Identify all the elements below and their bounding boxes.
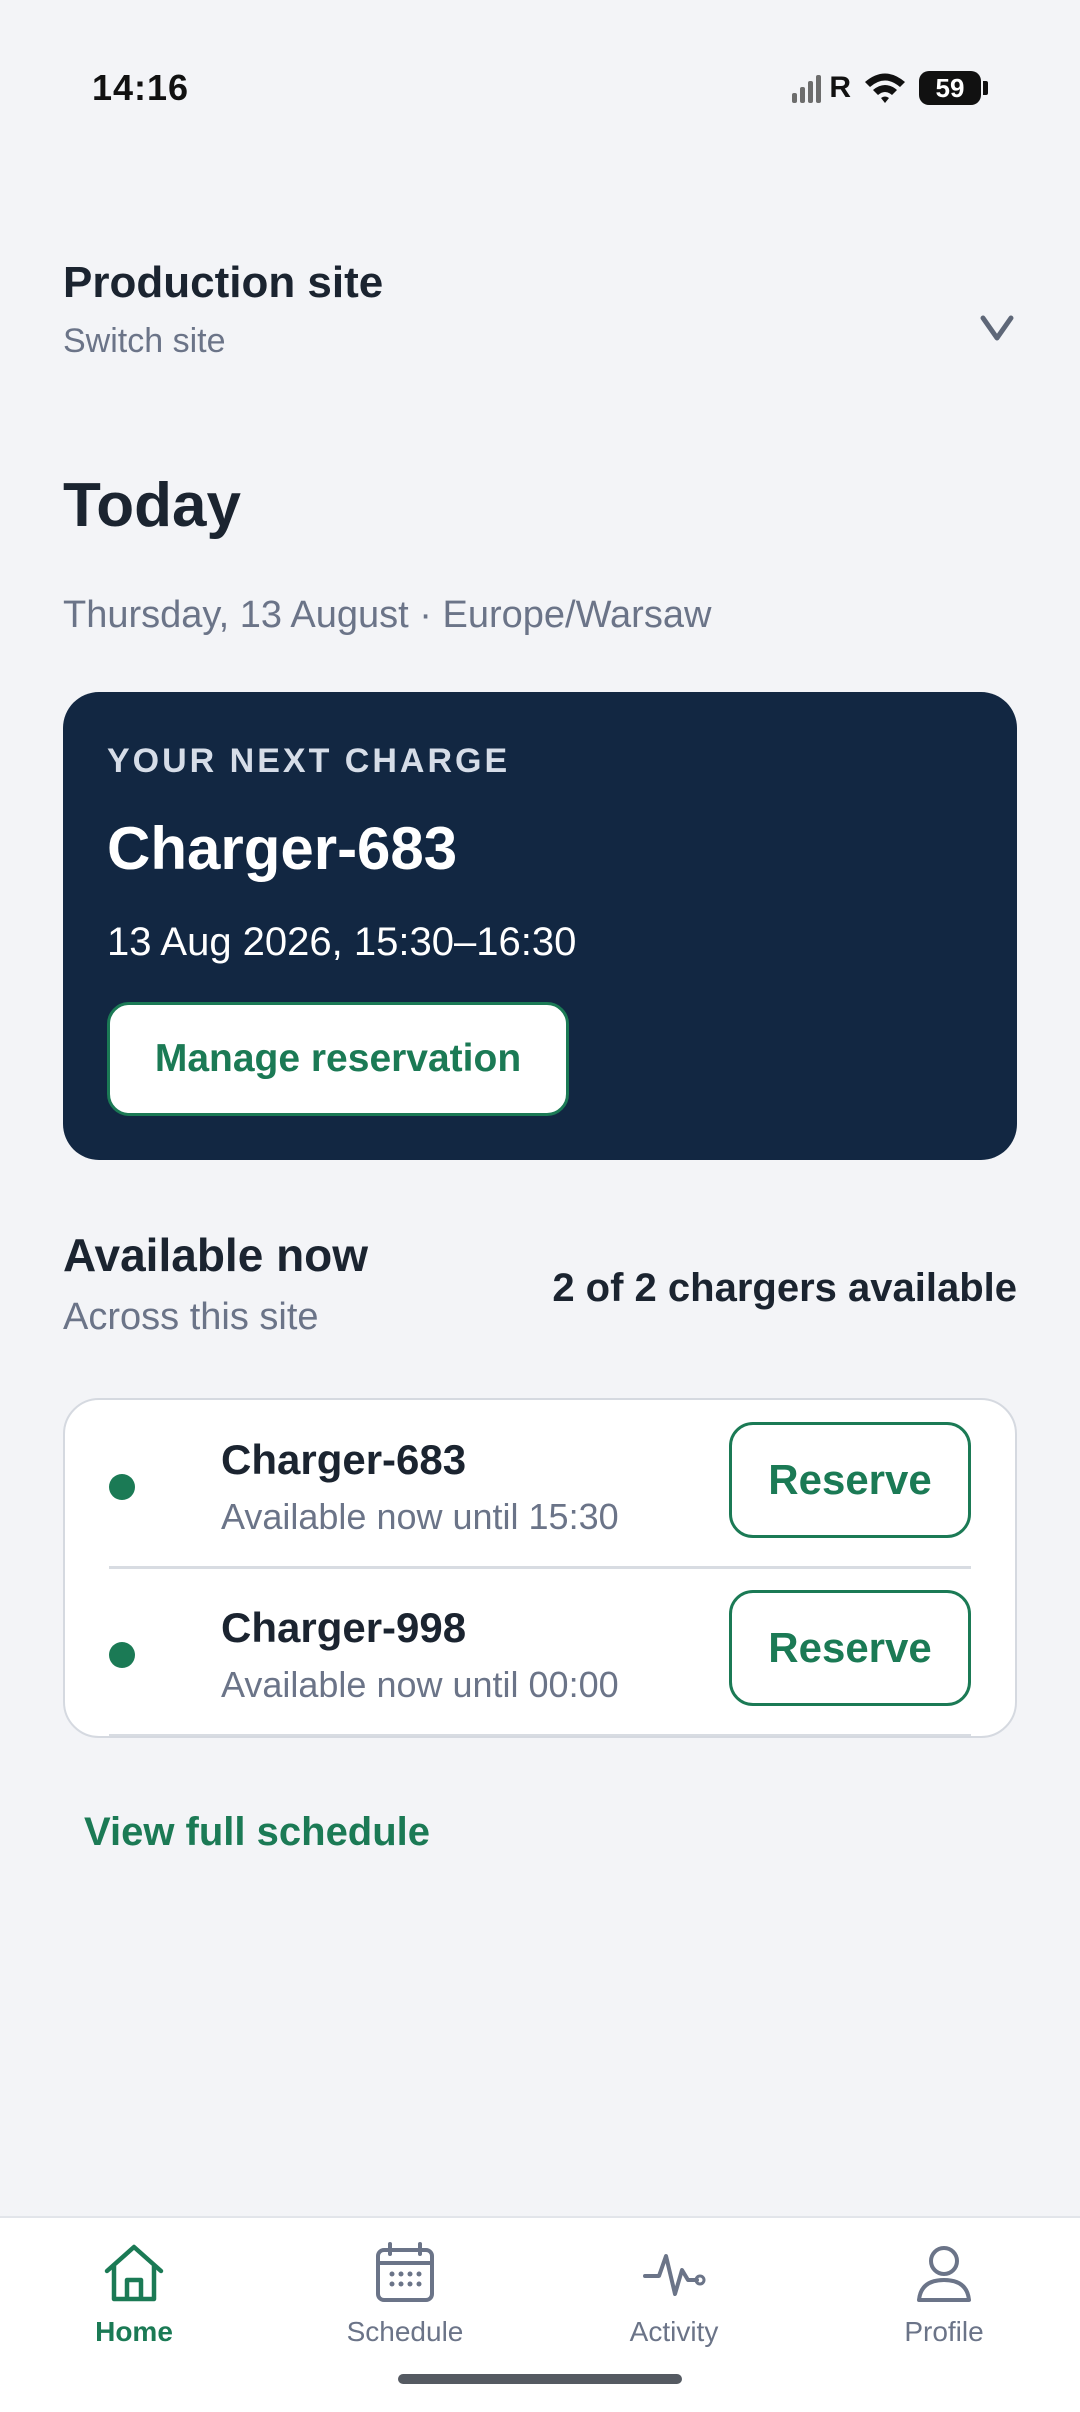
available-status-dot: [109, 1642, 135, 1668]
status-icons: R 59: [792, 71, 988, 105]
nav-label: Home: [95, 2316, 173, 2347]
charger-availability: Available now until 00:00: [221, 1664, 619, 1705]
available-status-dot: [109, 1474, 135, 1500]
reserve-button[interactable]: Reserve: [729, 1422, 971, 1538]
clock: 14:16: [92, 67, 190, 108]
manage-reservation-button[interactable]: Manage reservation: [107, 1002, 569, 1116]
nav-label: Profile: [904, 2316, 984, 2347]
battery-level: 59: [919, 71, 981, 105]
roaming-indicator: R: [829, 71, 851, 104]
activity-icon: [643, 2254, 706, 2296]
nav-label: Activity: [629, 2316, 719, 2347]
signal-icon: [792, 73, 822, 103]
charger-name: Charger-683: [221, 1436, 467, 1483]
home-icon: [104, 2244, 164, 2302]
charger-row: Charger-998 Available now until 00:00 Re…: [109, 1568, 971, 1736]
home-indicator[interactable]: [398, 2374, 682, 2384]
next-charge-charger: Charger-683: [107, 815, 458, 882]
page-title: Today: [63, 471, 241, 540]
status-bar: 14:16 R 59: [92, 58, 988, 118]
charger-name: Charger-998: [221, 1604, 467, 1651]
nav-item-schedule[interactable]: Schedule: [305, 2238, 505, 2368]
nav-item-profile[interactable]: Profile: [844, 2238, 1044, 2368]
next-charge-label: YOUR NEXT CHARGE: [107, 742, 511, 780]
site-switcher[interactable]: Production site Switch site: [63, 258, 1017, 378]
reserve-button[interactable]: Reserve: [729, 1590, 971, 1706]
available-count: 2 of 2 chargers available: [552, 1266, 1017, 1310]
nav-label: Schedule: [346, 2316, 464, 2347]
switch-site-label: Switch site: [63, 322, 226, 360]
charger-availability: Available now until 15:30: [221, 1496, 619, 1537]
view-full-schedule-link[interactable]: View full schedule: [84, 1810, 430, 1855]
nav-item-home[interactable]: Home: [34, 2238, 234, 2368]
site-title: Production site: [63, 258, 384, 307]
available-header: Available now Across this site 2 of 2 ch…: [63, 1228, 1017, 1348]
battery-icon: 59: [919, 71, 988, 105]
calendar-icon: [376, 2242, 434, 2302]
next-charge-time: 13 Aug 2026, 15:30–16:30: [107, 920, 577, 964]
charger-list: Charger-683 Available now until 15:30 Re…: [63, 1398, 1017, 1738]
nav-item-activity[interactable]: Activity: [574, 2238, 774, 2368]
wifi-icon: [865, 73, 905, 103]
chevron-down-icon[interactable]: [977, 308, 1017, 348]
next-charge-card: YOUR NEXT CHARGE Charger-683 13 Aug 2026…: [63, 692, 1017, 1160]
profile-icon: [917, 2246, 971, 2302]
date-timezone: Thursday, 13 August · Europe/Warsaw: [63, 594, 712, 636]
charger-row: Charger-683 Available now until 15:30 Re…: [109, 1400, 971, 1569]
